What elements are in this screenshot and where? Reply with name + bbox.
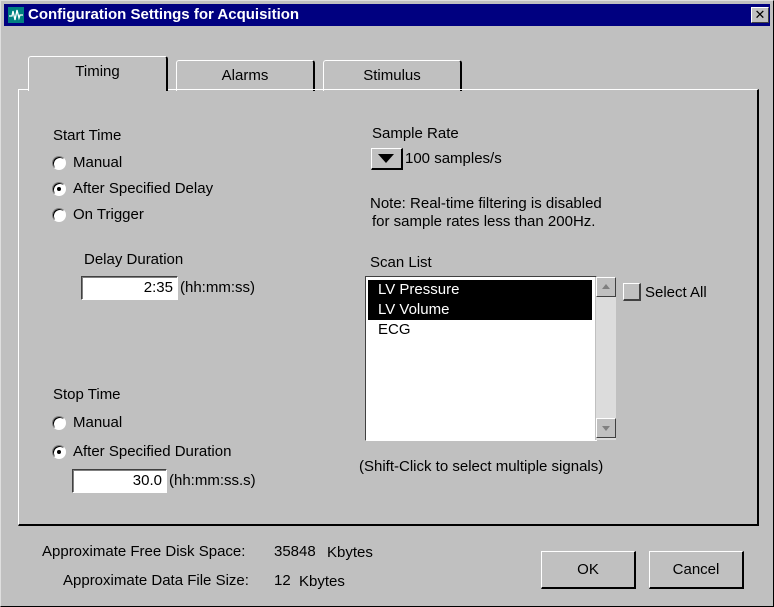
delay-duration-label: Delay Duration [84,251,184,268]
cancel-button[interactable]: Cancel [649,551,744,589]
sample-rate-note-line2: for sample rates less than 200Hz. [372,213,596,230]
free-space-value: 35848 [274,543,316,560]
delay-duration-value: 2:35 [143,279,173,296]
scan-list-heading: Scan List [370,254,432,271]
scan-list-item[interactable]: ECG [368,320,592,340]
stop-time-heading: Stop Time [53,386,121,403]
select-all-checkbox[interactable] [623,283,641,301]
scan-list-box[interactable]: LV Pressure LV Volume ECG [365,276,597,441]
sample-rate-dropdown[interactable] [371,148,403,170]
stop-manual-label[interactable]: Manual [73,414,122,432]
stop-duration-value: 30.0 [132,472,162,489]
free-space-label: Approximate Free Disk Space: [42,543,246,560]
ok-button-label: OK [577,561,599,578]
tab-timing-label: Timing [75,63,120,80]
stop-after-duration-label[interactable]: After Specified Duration [73,443,231,461]
scan-list-scrollbar[interactable] [595,277,616,440]
select-all-label[interactable]: Select All [645,284,707,302]
file-size-label: Approximate Data File Size: [63,572,249,589]
start-on-trigger-radio[interactable] [52,208,66,222]
radio-dot [57,187,61,191]
cancel-button-label: Cancel [672,561,720,578]
delay-duration-input[interactable]: 2:35 [81,276,178,300]
sample-rate-note-line1: Note: Real-time filtering is disabled [370,195,602,212]
title-bar[interactable]: Configuration Settings for Acquisition ✕ [4,4,770,26]
tab-alarms-label: Alarms [221,67,269,84]
radio-dot [57,450,61,454]
start-on-trigger-label[interactable]: On Trigger [73,206,144,224]
waveform-icon [8,7,24,23]
close-icon[interactable]: ✕ [751,7,769,23]
start-time-heading: Start Time [53,127,122,144]
sample-rate-value: 100 samples/s [405,150,502,167]
arrow-down-icon[interactable] [596,418,616,438]
stop-manual-radio[interactable] [52,416,66,430]
sample-rate-heading: Sample Rate [372,125,459,142]
stop-duration-input[interactable]: 30.0 [72,469,167,493]
dialog-window: Configuration Settings for Acquisition ✕… [0,0,774,607]
tab-stimulus-label: Stimulus [363,67,421,84]
start-manual-radio[interactable] [52,156,66,170]
start-after-delay-radio[interactable] [52,182,66,196]
scan-list-hint: (Shift-Click to select multiple signals) [359,458,604,475]
start-after-delay-label[interactable]: After Specified Delay [73,180,213,198]
window-title: Configuration Settings for Acquisition [28,6,300,23]
active-tab-join [30,88,164,91]
scan-list-item[interactable]: LV Pressure [368,280,592,300]
file-size-value: 12 [274,572,291,589]
triangle-down-icon [378,154,394,163]
delay-duration-unit: (hh:mm:ss) [180,279,255,296]
tab-stimulus[interactable]: Stimulus [323,60,462,91]
ok-button[interactable]: OK [541,551,636,589]
start-manual-label[interactable]: Manual [73,154,122,172]
tab-alarms[interactable]: Alarms [176,60,315,91]
stop-after-duration-radio[interactable] [52,445,66,459]
stop-duration-unit: (hh:mm:ss.s) [169,472,256,489]
file-size-unit: Kbytes [299,573,345,590]
tab-timing[interactable]: Timing [28,56,168,91]
free-space-unit: Kbytes [327,544,373,561]
arrow-up-icon[interactable] [596,277,616,297]
scan-list-item[interactable]: LV Volume [368,300,592,320]
